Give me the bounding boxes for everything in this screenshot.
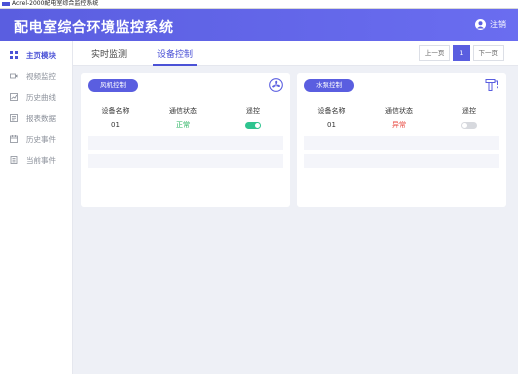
status-badge: 正常 xyxy=(176,121,190,129)
table-header: 设备名称 通信状态 遥控 xyxy=(88,104,283,118)
column-header: 设备名称 xyxy=(101,107,130,115)
report-icon xyxy=(10,114,18,122)
pump-device-table: 设备名称 通信状态 遥控 01 异常 xyxy=(304,104,499,168)
device-name: 01 xyxy=(111,121,120,129)
app-title: 配电室综合环境监控系统 xyxy=(14,20,174,36)
sidebar-item-history-events[interactable]: 历史事件 xyxy=(0,132,72,146)
column-header: 遥控 xyxy=(246,107,260,115)
grid-icon xyxy=(10,51,18,59)
window-titlebar: Acrel-2000配电室综合监控系统 xyxy=(0,0,518,9)
logout-button[interactable]: 注销 xyxy=(475,19,506,30)
fan-device-table: 设备名称 通信状态 遥控 01 正常 xyxy=(88,104,283,168)
remote-toggle[interactable] xyxy=(245,121,261,129)
sidebar-item-report[interactable]: 报表数据 xyxy=(0,111,72,125)
table-row: 01 正常 xyxy=(88,118,283,132)
tab-label: 设备控制 xyxy=(157,50,194,60)
pump-control-card: 水泵控制 设备名称 通信状态 遥控 01 异常 xyxy=(297,73,506,207)
sidebar-item-current-events[interactable]: 当前事件 xyxy=(0,153,72,167)
table-row-empty xyxy=(304,154,499,168)
toggle-knob xyxy=(255,122,260,128)
page-number-button[interactable]: 1 xyxy=(453,45,470,61)
prev-page-button[interactable]: 上一页 xyxy=(418,45,451,61)
next-page-button[interactable]: 下一页 xyxy=(472,45,504,61)
remote-toggle[interactable] xyxy=(461,121,477,129)
column-header: 遥控 xyxy=(462,107,476,115)
pump-icon[interactable] xyxy=(485,78,499,92)
sidebar-item-history-curve[interactable]: 历史曲线 xyxy=(0,90,72,104)
table-row-empty xyxy=(88,154,283,168)
sidebar-item-label: 主页模块 xyxy=(26,50,56,60)
table-row-empty xyxy=(88,136,283,150)
event-icon xyxy=(10,156,18,164)
window-title: Acrel-2000配电室综合监控系统 xyxy=(12,0,99,7)
sidebar-item-video[interactable]: 视频监控 xyxy=(0,69,72,83)
app-header: 配电室综合环境监控系统 注销 xyxy=(0,9,518,41)
top-nav: 实时监测 设备控制 上一页 1 下一页 xyxy=(73,41,518,66)
device-name: 01 xyxy=(327,121,336,129)
table-header: 设备名称 通信状态 遥控 xyxy=(304,104,499,118)
column-header: 通信状态 xyxy=(385,107,413,115)
sidebar-item-label: 历史事件 xyxy=(26,134,56,144)
table-row: 01 异常 xyxy=(304,118,499,132)
main-content: 风机控制 设备名称 通信状态 遥控 01 正常 水泵控制 设备名称 通信状态 遥… xyxy=(73,66,518,374)
table-row-empty xyxy=(304,136,499,150)
chart-icon xyxy=(10,93,18,101)
sidebar-item-home[interactable]: 主页模块 xyxy=(0,48,72,62)
fan-control-card: 风机控制 设备名称 通信状态 遥控 01 正常 xyxy=(81,73,290,207)
remote-control-cell xyxy=(439,121,499,129)
status-badge: 异常 xyxy=(392,121,406,129)
logout-label: 注销 xyxy=(490,20,506,29)
column-header: 通信状态 xyxy=(169,107,197,115)
sidebar-item-label: 当前事件 xyxy=(26,155,56,165)
sidebar: 主页模块 视频监控 历史曲线 报表数据 历史事件 当前事件 xyxy=(0,41,73,374)
user-icon xyxy=(475,19,486,30)
tab-realtime-monitoring[interactable]: 实时监测 xyxy=(91,47,127,60)
card-title-badge: 水泵控制 xyxy=(304,79,354,92)
history-icon xyxy=(10,135,18,143)
camera-icon xyxy=(10,72,18,80)
pagination: 上一页 1 下一页 xyxy=(416,45,504,61)
card-title-badge: 风机控制 xyxy=(88,79,138,92)
fan-icon[interactable] xyxy=(269,78,283,92)
sidebar-item-label: 报表数据 xyxy=(26,113,56,123)
app-window-icon xyxy=(2,1,10,6)
tab-device-control[interactable]: 设备控制 xyxy=(153,47,198,66)
remote-control-cell xyxy=(223,121,283,129)
sidebar-item-label: 历史曲线 xyxy=(26,92,56,102)
sidebar-item-label: 视频监控 xyxy=(26,71,56,81)
column-header: 设备名称 xyxy=(317,107,346,115)
tab-label: 实时监测 xyxy=(91,50,128,60)
toggle-knob xyxy=(462,122,467,128)
